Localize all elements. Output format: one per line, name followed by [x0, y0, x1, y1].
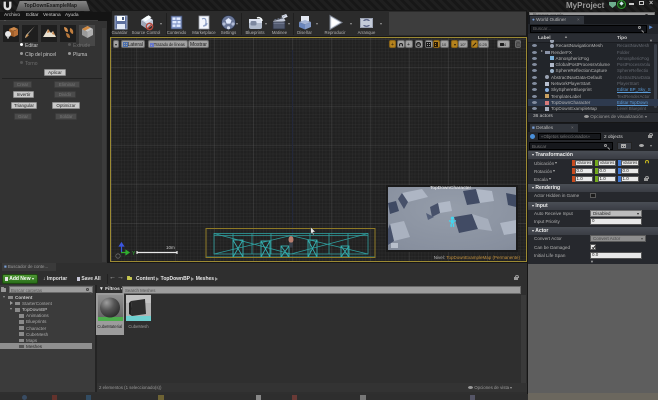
svg-text:Y: Y — [132, 251, 136, 257]
svg-text:10m: 10m — [166, 245, 175, 250]
